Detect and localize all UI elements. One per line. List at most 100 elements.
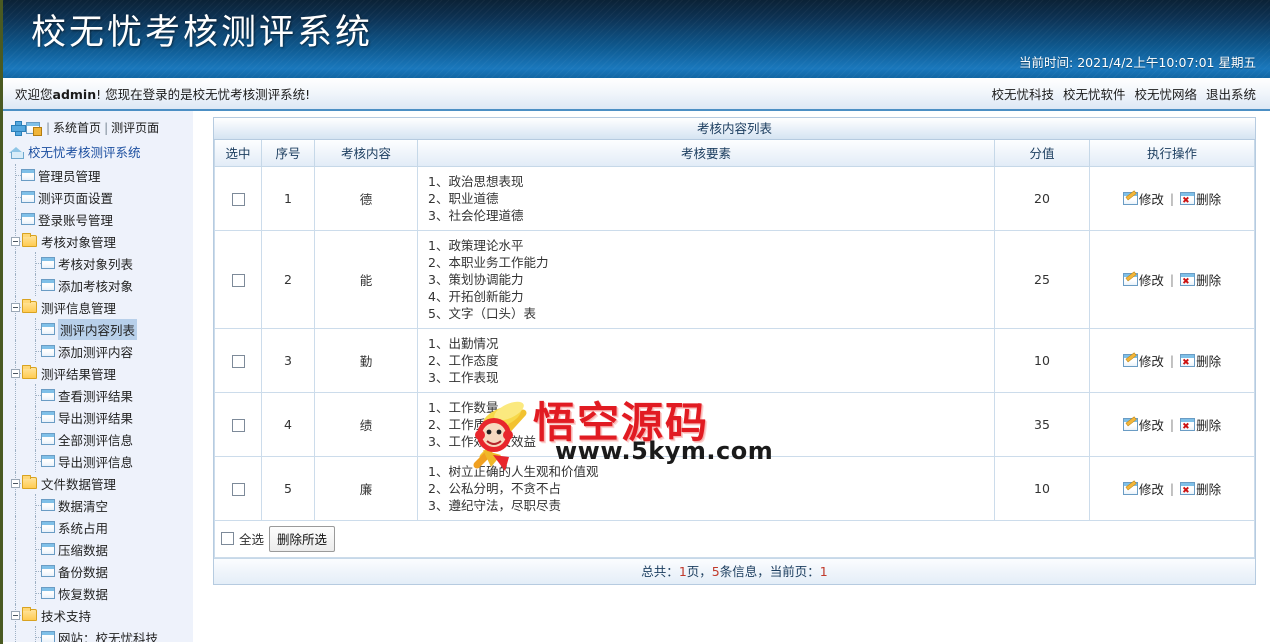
edit-button[interactable]: 修改 xyxy=(1122,479,1164,498)
sidebar-item-label: 导出测评结果 xyxy=(58,410,134,426)
edit-label: 修改 xyxy=(1138,417,1164,433)
welcome-suffix: ! 您现在登录的是校无忧考核测评系统! xyxy=(96,87,311,102)
delete-button[interactable]: 删除 xyxy=(1180,351,1221,370)
bulk-actions: 全选 删除所选 xyxy=(221,525,1248,552)
page-icon xyxy=(41,433,55,445)
action-separator: | xyxy=(1169,480,1175,496)
logout-link[interactable]: 退出系统 xyxy=(1206,87,1256,102)
tree-root-node[interactable]: 校无忧考核测评系统 xyxy=(3,139,193,164)
row-elements: 1、出勤情况 2、工作态度 3、工作表现 xyxy=(417,327,995,393)
welcome-username: admin xyxy=(52,87,97,102)
row-index: 3 xyxy=(261,327,315,393)
edit-button[interactable]: 修改 xyxy=(1122,415,1164,434)
sidebar-item-17[interactable]: 压缩数据 xyxy=(3,538,193,560)
collapse-toggle-icon[interactable] xyxy=(11,236,20,246)
page-icon xyxy=(21,169,35,181)
element-line: 2、工作态度 xyxy=(428,352,499,368)
sidebar-item-label: 管理员管理 xyxy=(38,168,101,184)
row-elements: 1、政策理论水平 2、本职业务工作能力 3、策划协调能力 4、开拓创新能力 5、文字（口… xyxy=(417,229,995,329)
sidebar-item-20[interactable]: 技术支持 xyxy=(3,604,193,626)
link-xiaowuyou-network[interactable]: 校无忧网络 xyxy=(1134,87,1197,102)
page-icon xyxy=(21,213,35,225)
collapse-toggle-icon[interactable] xyxy=(11,610,20,620)
edit-button[interactable]: 修改 xyxy=(1122,189,1164,208)
sidebar-item-18[interactable]: 备份数据 xyxy=(3,560,193,582)
folder-icon xyxy=(22,607,37,621)
expand-all-icon[interactable] xyxy=(11,121,26,136)
row-action-group: 修改 | 删除 xyxy=(1122,479,1221,498)
sidebar-item-label: 测评内容列表 xyxy=(58,318,138,340)
row-action-group: 修改 | 删除 xyxy=(1122,189,1221,208)
select-all-checkbox[interactable] xyxy=(221,532,234,545)
row-checkbox[interactable] xyxy=(231,482,245,496)
nav-tree: 管理员管理测评页面设置登录账号管理 考核对象管理 考核对象列表 添加考核对象测评信息管… xyxy=(3,164,193,642)
column-header-elements: 考核要素 xyxy=(417,140,995,167)
sidebar-item-16[interactable]: 系统占用 xyxy=(3,516,193,538)
row-checkbox[interactable] xyxy=(231,192,245,206)
home-icon xyxy=(9,145,24,159)
body-wrapper: | 系统首页 | 测评页面 校无忧考核测评系统 管理员管理测评页面设置登录账号管… xyxy=(3,111,1270,642)
sidebar-item-19[interactable]: 恢复数据 xyxy=(3,582,193,604)
delete-button[interactable]: 删除 xyxy=(1180,415,1221,434)
row-checkbox[interactable] xyxy=(231,354,245,368)
sidebar-item-1[interactable]: 测评页面设置 xyxy=(3,186,193,208)
breadcrumb-home-link[interactable]: 系统首页 xyxy=(53,119,101,136)
link-xiaowuyou-software[interactable]: 校无忧软件 xyxy=(1063,87,1126,102)
sidebar-item-8[interactable]: 添加测评内容 xyxy=(3,340,193,362)
sidebar-item-7[interactable]: 测评内容列表 xyxy=(3,318,193,340)
edit-icon xyxy=(1122,353,1138,367)
row-index: 4 xyxy=(261,391,315,457)
element-line: 2、公私分明，不贪不占 xyxy=(428,480,561,496)
top-links: 校无忧科技 校无忧软件 校无忧网络 退出系统 xyxy=(986,84,1256,103)
breadcrumb-current-link[interactable]: 测评页面 xyxy=(111,119,159,136)
element-line: 2、本职业务工作能力 xyxy=(428,254,549,270)
sidebar-item-3[interactable]: 考核对象管理 xyxy=(3,230,193,252)
page-icon xyxy=(41,543,55,555)
sidebar-item-6[interactable]: 测评信息管理 xyxy=(3,296,193,318)
element-line: 3、社会伦理道德 xyxy=(428,207,524,223)
delete-selected-button[interactable]: 删除所选 xyxy=(269,525,336,552)
link-xiaowuyou-tech[interactable]: 校无忧科技 xyxy=(991,87,1054,102)
delete-button[interactable]: 删除 xyxy=(1180,189,1221,208)
edit-icon xyxy=(1122,417,1138,431)
edit-button[interactable]: 修改 xyxy=(1122,351,1164,370)
row-score: 20 xyxy=(994,165,1090,231)
sidebar-item-14[interactable]: 文件数据管理 xyxy=(3,472,193,494)
row-checkbox[interactable] xyxy=(231,418,245,432)
page-icon xyxy=(41,389,55,401)
sidebar-item-label: 系统占用 xyxy=(58,520,109,536)
row-action-group: 修改 | 删除 xyxy=(1122,270,1221,289)
sidebar-item-label: 测评结果管理 xyxy=(41,366,117,382)
row-index: 1 xyxy=(261,165,315,231)
collapse-toggle-icon[interactable] xyxy=(11,302,20,312)
row-checkbox[interactable] xyxy=(231,273,245,287)
sidebar-item-9[interactable]: 测评结果管理 xyxy=(3,362,193,384)
sidebar-item-label: 测评页面设置 xyxy=(38,190,114,206)
sidebar-item-2[interactable]: 登录账号管理 xyxy=(3,208,193,230)
sidebar-item-11[interactable]: 导出测评结果 xyxy=(3,406,193,428)
collapse-toggle-icon[interactable] xyxy=(11,478,20,488)
sidebar-item-5[interactable]: 添加考核对象 xyxy=(3,274,193,296)
breadcrumb-sep-2: | xyxy=(104,120,109,135)
welcome-prefix: 欢迎您 xyxy=(15,87,53,102)
sidebar-item-13[interactable]: 导出测评信息 xyxy=(3,450,193,472)
sidebar-item-21[interactable]: 网站：校无忧科技 xyxy=(3,626,193,642)
row-category: 能 xyxy=(314,229,418,329)
delete-button[interactable]: 删除 xyxy=(1180,479,1221,498)
sidebar-item-label: 文件数据管理 xyxy=(41,476,117,492)
sidebar-item-0[interactable]: 管理员管理 xyxy=(3,164,193,186)
sidebar-item-label: 测评信息管理 xyxy=(41,300,117,316)
sidebar-item-4[interactable]: 考核对象列表 xyxy=(3,252,193,274)
collapse-toggle-icon[interactable] xyxy=(11,368,20,378)
sidebar-item-10[interactable]: 查看测评结果 xyxy=(3,384,193,406)
folder-icon xyxy=(22,233,37,247)
table-row: 3勤1、出勤情况2、工作态度3、工作表现10修改|删除 xyxy=(214,327,1255,393)
collapse-all-icon[interactable] xyxy=(26,121,42,136)
delete-button[interactable]: 删除 xyxy=(1180,270,1221,289)
delete-label: 删除 xyxy=(1196,417,1222,433)
edit-button[interactable]: 修改 xyxy=(1122,270,1164,289)
sidebar-item-15[interactable]: 数据清空 xyxy=(3,494,193,516)
page-icon xyxy=(21,191,35,203)
row-score: 10 xyxy=(994,455,1090,521)
sidebar-item-12[interactable]: 全部测评信息 xyxy=(3,428,193,450)
